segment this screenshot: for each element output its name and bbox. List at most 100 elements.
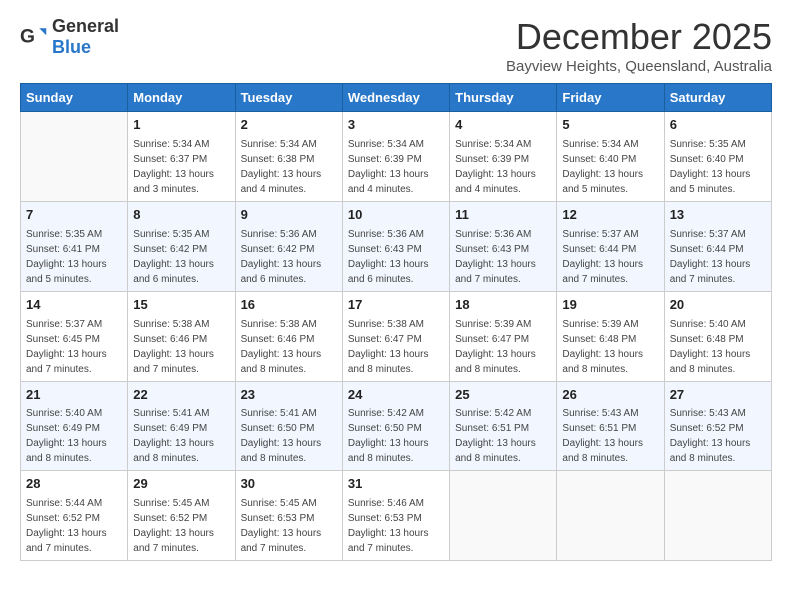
day-number: 7 xyxy=(26,206,122,225)
calendar-cell: 2 Sunrise: 5:34 AM Sunset: 6:38 PM Daylig… xyxy=(235,112,342,202)
day-number: 11 xyxy=(455,206,551,225)
calendar-week-row: 21Sunrise: 5:40 AM Sunset: 6:49 PM Dayli… xyxy=(21,381,772,471)
calendar-cell: 21Sunrise: 5:40 AM Sunset: 6:49 PM Dayli… xyxy=(21,381,128,471)
day-info: Sunrise: 5:43 AM Sunset: 6:52 PM Dayligh… xyxy=(670,406,766,466)
day-number: 8 xyxy=(133,206,229,225)
day-info: Sunrise: 5:34 AM Sunset: 6:37 PM Dayligh… xyxy=(133,137,229,197)
day-info: Sunrise: 5:36 AM Sunset: 6:43 PM Dayligh… xyxy=(455,227,551,287)
calendar-cell: 26Sunrise: 5:43 AM Sunset: 6:51 PM Dayli… xyxy=(557,381,664,471)
calendar-cell: 30Sunrise: 5:45 AM Sunset: 6:53 PM Dayli… xyxy=(235,471,342,561)
logo: G General Blue xyxy=(20,16,119,58)
calendar-cell: 15Sunrise: 5:38 AM Sunset: 6:46 PM Dayli… xyxy=(128,291,235,381)
logo-blue: Blue xyxy=(52,37,91,57)
calendar-cell xyxy=(557,471,664,561)
day-info: Sunrise: 5:45 AM Sunset: 6:53 PM Dayligh… xyxy=(241,496,337,556)
day-number: 19 xyxy=(562,296,658,315)
calendar-week-row: 7 Sunrise: 5:35 AM Sunset: 6:41 PM Daylig… xyxy=(21,201,772,291)
calendar-week-row: 14 Sunrise: 5:37 AM Sunset: 6:45 PM Dayli… xyxy=(21,291,772,381)
weekday-header-row: SundayMondayTuesdayWednesdayThursdayFrid… xyxy=(21,84,772,112)
day-info: Sunrise: 5:34 AM Sunset: 6:39 PM Dayligh… xyxy=(455,137,551,197)
day-info: Sunrise: 5:36 AM Sunset: 6:42 PM Dayligh… xyxy=(241,227,337,287)
weekday-header-wednesday: Wednesday xyxy=(342,84,449,112)
calendar-cell: 11 Sunrise: 5:36 AM Sunset: 6:43 PM Dayli… xyxy=(450,201,557,291)
weekday-header-thursday: Thursday xyxy=(450,84,557,112)
day-info: Sunrise: 5:41 AM Sunset: 6:49 PM Dayligh… xyxy=(133,406,229,466)
calendar-cell: 17 Sunrise: 5:38 AM Sunset: 6:47 PM Dayli… xyxy=(342,291,449,381)
calendar-cell: 27Sunrise: 5:43 AM Sunset: 6:52 PM Dayli… xyxy=(664,381,771,471)
day-info: Sunrise: 5:44 AM Sunset: 6:52 PM Dayligh… xyxy=(26,496,122,556)
calendar-cell: 29 Sunrise: 5:45 AM Sunset: 6:52 PM Dayli… xyxy=(128,471,235,561)
day-info: Sunrise: 5:40 AM Sunset: 6:48 PM Dayligh… xyxy=(670,317,766,377)
calendar-cell xyxy=(21,112,128,202)
day-number: 13 xyxy=(670,206,766,225)
day-info: Sunrise: 5:35 AM Sunset: 6:40 PM Dayligh… xyxy=(670,137,766,197)
day-info: Sunrise: 5:37 AM Sunset: 6:45 PM Dayligh… xyxy=(26,317,122,377)
day-info: Sunrise: 5:34 AM Sunset: 6:39 PM Dayligh… xyxy=(348,137,444,197)
day-number: 18 xyxy=(455,296,551,315)
calendar-cell: 23Sunrise: 5:41 AM Sunset: 6:50 PM Dayli… xyxy=(235,381,342,471)
day-info: Sunrise: 5:34 AM Sunset: 6:40 PM Dayligh… xyxy=(562,137,658,197)
calendar-cell: 18 Sunrise: 5:39 AM Sunset: 6:47 PM Dayli… xyxy=(450,291,557,381)
calendar-table: SundayMondayTuesdayWednesdayThursdayFrid… xyxy=(20,83,772,561)
calendar-cell: 31 Sunrise: 5:46 AM Sunset: 6:53 PM Dayli… xyxy=(342,471,449,561)
calendar-cell: 14 Sunrise: 5:37 AM Sunset: 6:45 PM Dayli… xyxy=(21,291,128,381)
day-number: 1 xyxy=(133,116,229,135)
day-info: Sunrise: 5:46 AM Sunset: 6:53 PM Dayligh… xyxy=(348,496,444,556)
logo-text: General Blue xyxy=(52,16,119,58)
month-title: December 2025 xyxy=(506,16,772,58)
day-info: Sunrise: 5:35 AM Sunset: 6:42 PM Dayligh… xyxy=(133,227,229,287)
day-number: 28 xyxy=(26,475,122,494)
calendar-cell: 9 Sunrise: 5:36 AM Sunset: 6:42 PM Daylig… xyxy=(235,201,342,291)
day-info: Sunrise: 5:39 AM Sunset: 6:47 PM Dayligh… xyxy=(455,317,551,377)
calendar-cell: 24Sunrise: 5:42 AM Sunset: 6:50 PM Dayli… xyxy=(342,381,449,471)
calendar-cell: 13 Sunrise: 5:37 AM Sunset: 6:44 PM Dayli… xyxy=(664,201,771,291)
day-info: Sunrise: 5:42 AM Sunset: 6:50 PM Dayligh… xyxy=(348,406,444,466)
logo-icon: G xyxy=(20,23,48,51)
calendar-cell: 7 Sunrise: 5:35 AM Sunset: 6:41 PM Daylig… xyxy=(21,201,128,291)
calendar-cell: 22Sunrise: 5:41 AM Sunset: 6:49 PM Dayli… xyxy=(128,381,235,471)
calendar-cell: 4 Sunrise: 5:34 AM Sunset: 6:39 PM Daylig… xyxy=(450,112,557,202)
day-number: 16 xyxy=(241,296,337,315)
day-info: Sunrise: 5:39 AM Sunset: 6:48 PM Dayligh… xyxy=(562,317,658,377)
day-number: 9 xyxy=(241,206,337,225)
calendar-cell: 6 Sunrise: 5:35 AM Sunset: 6:40 PM Daylig… xyxy=(664,112,771,202)
svg-text:G: G xyxy=(20,26,35,47)
day-number: 3 xyxy=(348,116,444,135)
day-number: 17 xyxy=(348,296,444,315)
day-number: 21 xyxy=(26,386,122,405)
day-info: Sunrise: 5:45 AM Sunset: 6:52 PM Dayligh… xyxy=(133,496,229,556)
calendar-cell: 28 Sunrise: 5:44 AM Sunset: 6:52 PM Dayli… xyxy=(21,471,128,561)
day-info: Sunrise: 5:38 AM Sunset: 6:47 PM Dayligh… xyxy=(348,317,444,377)
day-info: Sunrise: 5:41 AM Sunset: 6:50 PM Dayligh… xyxy=(241,406,337,466)
day-info: Sunrise: 5:43 AM Sunset: 6:51 PM Dayligh… xyxy=(562,406,658,466)
day-info: Sunrise: 5:42 AM Sunset: 6:51 PM Dayligh… xyxy=(455,406,551,466)
day-info: Sunrise: 5:37 AM Sunset: 6:44 PM Dayligh… xyxy=(562,227,658,287)
day-info: Sunrise: 5:34 AM Sunset: 6:38 PM Dayligh… xyxy=(241,137,337,197)
weekday-header-tuesday: Tuesday xyxy=(235,84,342,112)
weekday-header-saturday: Saturday xyxy=(664,84,771,112)
day-number: 14 xyxy=(26,296,122,315)
logo-general: General xyxy=(52,16,119,36)
day-number: 6 xyxy=(670,116,766,135)
day-number: 31 xyxy=(348,475,444,494)
day-number: 29 xyxy=(133,475,229,494)
day-info: Sunrise: 5:36 AM Sunset: 6:43 PM Dayligh… xyxy=(348,227,444,287)
title-area: December 2025 Bayview Heights, Queenslan… xyxy=(506,16,772,75)
day-number: 26 xyxy=(562,386,658,405)
day-number: 10 xyxy=(348,206,444,225)
day-number: 2 xyxy=(241,116,337,135)
day-info: Sunrise: 5:37 AM Sunset: 6:44 PM Dayligh… xyxy=(670,227,766,287)
calendar-cell: 1 Sunrise: 5:34 AM Sunset: 6:37 PM Daylig… xyxy=(128,112,235,202)
location-subtitle: Bayview Heights, Queensland, Australia xyxy=(506,58,772,75)
day-number: 15 xyxy=(133,296,229,315)
day-number: 25 xyxy=(455,386,551,405)
calendar-cell: 3 Sunrise: 5:34 AM Sunset: 6:39 PM Daylig… xyxy=(342,112,449,202)
day-number: 5 xyxy=(562,116,658,135)
calendar-cell: 19 Sunrise: 5:39 AM Sunset: 6:48 PM Dayli… xyxy=(557,291,664,381)
calendar-cell: 10 Sunrise: 5:36 AM Sunset: 6:43 PM Dayli… xyxy=(342,201,449,291)
day-number: 27 xyxy=(670,386,766,405)
day-number: 4 xyxy=(455,116,551,135)
calendar-week-row: 28 Sunrise: 5:44 AM Sunset: 6:52 PM Dayli… xyxy=(21,471,772,561)
day-number: 23 xyxy=(241,386,337,405)
day-info: Sunrise: 5:35 AM Sunset: 6:41 PM Dayligh… xyxy=(26,227,122,287)
